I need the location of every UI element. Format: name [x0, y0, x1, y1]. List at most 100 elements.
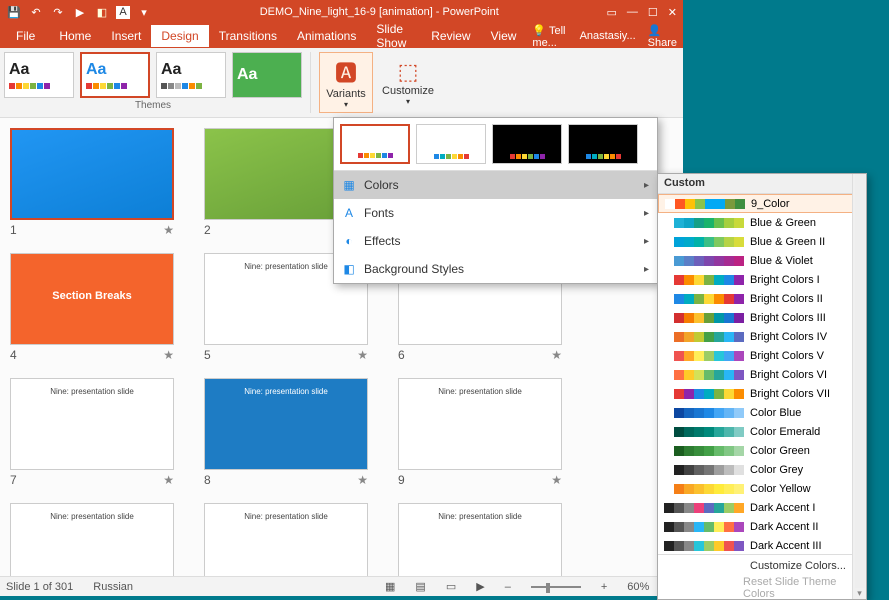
title-bar: 💾 ↶ ↷ ▶ ◧ A ▾ DEMO_Nine_light_16-9 [anim…: [0, 0, 683, 24]
tab-transitions[interactable]: Transitions: [209, 25, 287, 47]
slide-4[interactable]: Section Breaks 4★: [10, 253, 174, 362]
star-icon[interactable]: ★: [551, 348, 562, 362]
slide-7[interactable]: Nine: presentation slide 7★: [10, 378, 174, 487]
theme-thumb-1[interactable]: Aa: [4, 52, 74, 98]
menu-bgstyles[interactable]: ◧Background Styles▸: [334, 255, 657, 283]
color-scheme-row[interactable]: Bright Colors V: [658, 346, 866, 365]
star-icon[interactable]: ★: [163, 348, 174, 362]
slide-next-1[interactable]: Nine: presentation slide: [10, 503, 174, 576]
colors-list[interactable]: 9_Color Blue & Green Blue & Green II Blue &…: [658, 194, 866, 554]
color-scheme-row[interactable]: 9_Color: [658, 194, 866, 213]
customize-button[interactable]: ⬚ Customize ▾: [381, 52, 435, 113]
star-icon[interactable]: ★: [163, 473, 174, 487]
view-slideshow-icon[interactable]: ▶: [476, 580, 484, 593]
color-scheme-label: Blue & Green II: [750, 236, 825, 248]
menu-fonts[interactable]: AFonts▸: [334, 199, 657, 227]
font-icon[interactable]: A: [116, 6, 130, 19]
slide-1[interactable]: 1★: [10, 128, 174, 237]
color-scheme-label: Bright Colors I: [750, 274, 820, 286]
slide-8[interactable]: Nine: presentation slide 8★: [204, 378, 368, 487]
color-scheme-label: Color Emerald: [750, 426, 820, 438]
view-normal-icon[interactable]: ▦: [385, 580, 395, 593]
maximize-icon[interactable]: ☐: [648, 6, 658, 19]
variant-thumb-3[interactable]: [492, 124, 562, 164]
more-icon[interactable]: ◧: [94, 6, 110, 19]
theme-thumb-2[interactable]: Aa: [80, 52, 150, 98]
star-icon[interactable]: ★: [357, 348, 368, 362]
color-scheme-row[interactable]: Bright Colors VI: [658, 365, 866, 384]
tab-review[interactable]: Review: [421, 25, 480, 47]
theme-thumb-4[interactable]: Aa: [232, 52, 302, 98]
ribbon-options-icon[interactable]: ▭: [607, 6, 617, 19]
color-scheme-row[interactable]: Dark Accent I: [658, 498, 866, 517]
color-scheme-row[interactable]: Bright Colors VII: [658, 384, 866, 403]
zoom-in-icon[interactable]: +: [601, 581, 607, 593]
tab-view[interactable]: View: [481, 25, 527, 47]
color-scheme-row[interactable]: Color Green: [658, 441, 866, 460]
star-icon[interactable]: ★: [163, 223, 174, 237]
ribbon-tabs: File Home Insert Design Transitions Anim…: [0, 24, 683, 48]
color-scheme-row[interactable]: Blue & Green II: [658, 232, 866, 251]
color-scheme-row[interactable]: Bright Colors IV: [658, 327, 866, 346]
close-icon[interactable]: ✕: [668, 6, 677, 19]
color-scheme-row[interactable]: Blue & Green: [658, 213, 866, 232]
slide-next-3[interactable]: Nine: presentation slide: [398, 503, 562, 576]
colors-scrollbar[interactable]: ▾: [852, 174, 866, 599]
color-scheme-row[interactable]: Dark Accent II: [658, 517, 866, 536]
variant-thumb-1[interactable]: [340, 124, 410, 164]
account-name[interactable]: Anastasiy...: [574, 26, 642, 46]
slide-9[interactable]: Nine: presentation slide 9★: [398, 378, 562, 487]
background-icon: ◧: [342, 262, 356, 276]
colors-submenu: Custom▴ 9_ColorBlue & GreenBlue & Green …: [657, 173, 867, 600]
color-scheme-row[interactable]: Blue & Violet: [658, 251, 866, 270]
language[interactable]: Russian: [93, 581, 133, 593]
color-scheme-row[interactable]: Color Blue: [658, 403, 866, 422]
variant-thumb-4[interactable]: [568, 124, 638, 164]
color-scheme-label: Blue & Violet: [750, 255, 813, 267]
start-icon[interactable]: ▶: [72, 6, 88, 19]
color-scheme-row[interactable]: Dark Accent III: [658, 536, 866, 554]
tab-file[interactable]: File: [6, 25, 49, 47]
color-scheme-label: Color Green: [750, 445, 810, 457]
undo-icon[interactable]: ↶: [28, 6, 44, 19]
powerpoint-window: 💾 ↶ ↷ ▶ ◧ A ▾ DEMO_Nine_light_16-9 [anim…: [0, 0, 683, 596]
star-icon[interactable]: ★: [357, 473, 368, 487]
view-sorter-icon[interactable]: ▤: [415, 580, 425, 593]
theme-thumb-3[interactable]: Aa: [156, 52, 226, 98]
variant-thumb-2[interactable]: [416, 124, 486, 164]
save-icon[interactable]: 💾: [6, 6, 22, 19]
menu-colors[interactable]: ▦Colors▸: [334, 171, 657, 199]
color-scheme-label: Color Grey: [750, 464, 803, 476]
qat-dropdown-icon[interactable]: ▾: [136, 6, 152, 19]
slide-position[interactable]: Slide 1 of 301: [6, 581, 73, 593]
color-scheme-row[interactable]: Color Grey: [658, 460, 866, 479]
color-scheme-row[interactable]: Bright Colors III: [658, 308, 866, 327]
tab-design[interactable]: Design: [151, 25, 208, 47]
color-scheme-row[interactable]: Bright Colors II: [658, 289, 866, 308]
color-scheme-label: Bright Colors II: [750, 293, 823, 305]
tab-home[interactable]: Home: [49, 25, 101, 47]
menu-effects[interactable]: ◐Effects▸: [334, 227, 657, 255]
color-scheme-label: Blue & Green: [750, 217, 816, 229]
color-scheme-row[interactable]: Color Yellow: [658, 479, 866, 498]
customize-icon: ⬚: [398, 59, 419, 85]
zoom-level[interactable]: 60%: [627, 581, 649, 593]
tab-animations[interactable]: Animations: [287, 25, 366, 47]
chevron-right-icon: ▸: [644, 264, 649, 275]
slide-next-2[interactable]: Nine: presentation slide: [204, 503, 368, 576]
color-scheme-label: Dark Accent I: [750, 502, 815, 514]
customize-colors[interactable]: Customize Colors...: [658, 555, 866, 577]
minimize-icon[interactable]: —: [627, 6, 638, 19]
view-reading-icon[interactable]: ▭: [446, 580, 456, 593]
ribbon: Aa Aa Aa Aa Themes 🅰 Variants ▾ ⬚ Custom…: [0, 48, 683, 118]
color-scheme-label: Dark Accent II: [750, 521, 818, 533]
color-scheme-label: Bright Colors IV: [750, 331, 827, 343]
variants-button[interactable]: 🅰 Variants ▾: [319, 52, 373, 113]
color-scheme-row[interactable]: Color Emerald: [658, 422, 866, 441]
quick-access-toolbar: 💾 ↶ ↷ ▶ ◧ A ▾: [6, 6, 152, 19]
zoom-out-icon[interactable]: –: [505, 581, 511, 593]
star-icon[interactable]: ★: [551, 473, 562, 487]
color-scheme-row[interactable]: Bright Colors I: [658, 270, 866, 289]
redo-icon[interactable]: ↷: [50, 6, 66, 19]
tab-insert[interactable]: Insert: [101, 25, 151, 47]
